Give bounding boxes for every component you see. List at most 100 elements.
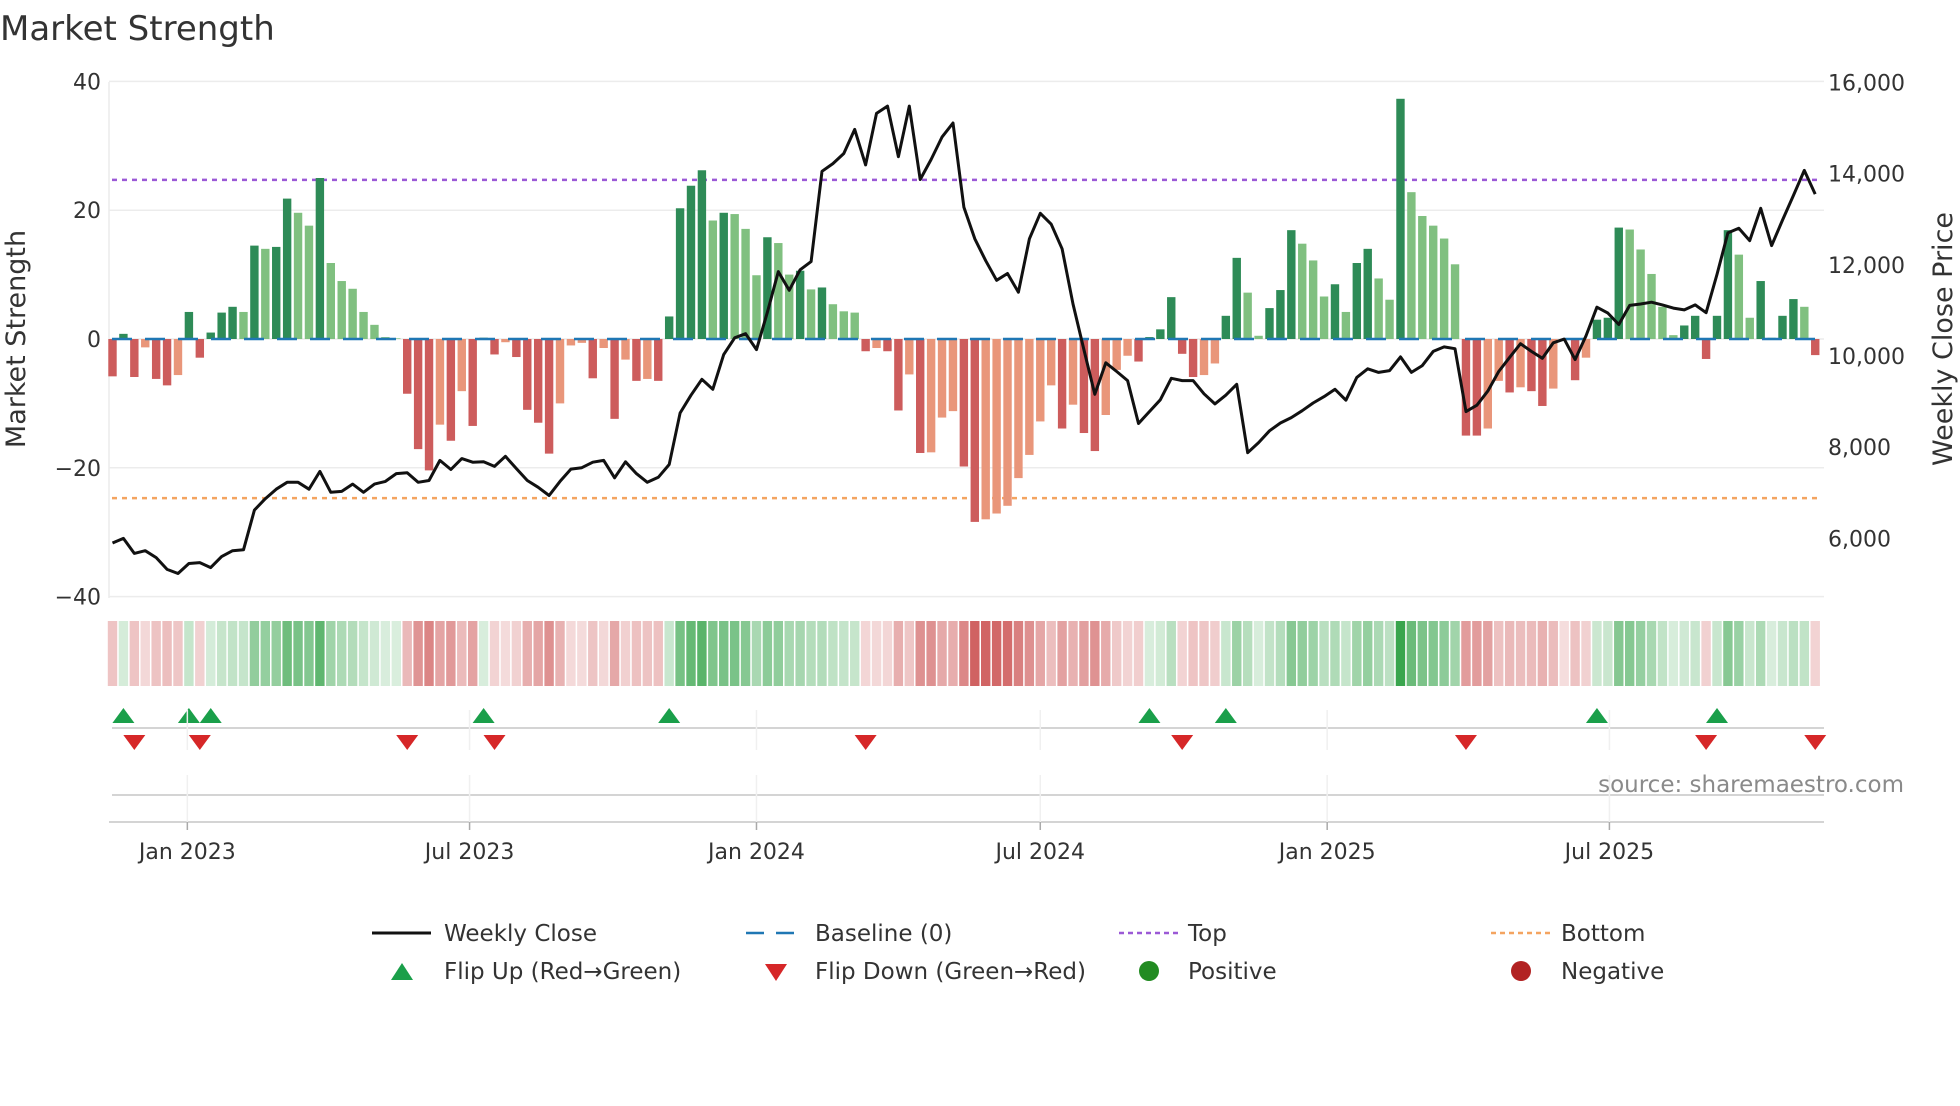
state-cell (446, 621, 456, 686)
state-cell (1810, 621, 1820, 686)
state-cell (1319, 621, 1329, 686)
state-cell (173, 621, 183, 686)
negative-bar (1025, 339, 1034, 455)
state-cell (424, 621, 434, 686)
y2-tick-label: 10,000 (1828, 345, 1905, 370)
state-cell (1450, 621, 1460, 686)
negative-bar (1527, 339, 1536, 392)
positive-bar (719, 212, 728, 339)
negative-bar (937, 339, 947, 418)
flip-up-marker (658, 708, 681, 723)
state-cell (981, 621, 991, 686)
positive-bar (806, 289, 816, 339)
state-cell (1122, 621, 1133, 686)
state-cell (358, 621, 369, 686)
positive-bar (1636, 249, 1645, 339)
x-axis: Jan 2023 Jul 2023 Jan 2024 Jul 2024 Jan 2025… (109, 710, 1824, 865)
state-cell (751, 621, 762, 686)
state-cell (304, 621, 314, 686)
state-cell (882, 621, 893, 686)
state-cell (1766, 621, 1777, 686)
state-cell (991, 621, 1002, 686)
legend-label: Positive (1188, 959, 1277, 985)
negative-bar (948, 339, 958, 412)
state-cell (162, 621, 172, 686)
state-cell (1461, 621, 1471, 686)
negative-bar (621, 339, 630, 360)
state-cell (828, 621, 838, 686)
state-cell (129, 621, 140, 686)
positive-bar (1647, 273, 1656, 339)
positive-bar (1734, 254, 1744, 339)
positive-bar (1439, 238, 1449, 339)
y-tick-label: −20 (55, 457, 101, 482)
positive-bar (293, 212, 303, 339)
x-tick-label: Jan 2024 (706, 840, 805, 865)
positive-bar (1789, 299, 1798, 339)
state-cell (1144, 621, 1155, 686)
state-cell (588, 621, 598, 686)
flip-up-marker (112, 708, 135, 723)
positive-bar (1756, 281, 1765, 339)
negative-bar (490, 339, 499, 355)
state-cell (555, 621, 565, 686)
chart-title: Market Strength (0, 9, 275, 49)
negative-bar (512, 339, 521, 358)
negative-bar (555, 339, 565, 404)
state-cell (380, 621, 391, 686)
state-cell (1363, 621, 1373, 686)
legend-item: Top (1119, 921, 1227, 947)
legend-item: Weekly Close (372, 921, 597, 947)
state-cell (642, 621, 653, 686)
state-cell (773, 621, 784, 686)
negative-bar (1046, 339, 1056, 386)
legend-item: Negative (1511, 959, 1664, 985)
negative-bar (883, 339, 892, 352)
negative-bar (632, 339, 641, 381)
positive-bar (1243, 292, 1252, 339)
y2-tick-label: 14,000 (1828, 163, 1905, 188)
source-credit: source: sharemaestro.com (1598, 772, 1904, 798)
negative-bar (894, 339, 903, 411)
negative-bar (413, 339, 423, 450)
state-cell (1417, 621, 1427, 686)
state-cell (1635, 621, 1646, 686)
y-tick-label: 0 (87, 328, 101, 353)
positive-bar (326, 263, 335, 339)
negative-bar (959, 339, 969, 467)
state-cell (1624, 621, 1635, 686)
state-cell (522, 621, 532, 686)
negative-bar (1057, 339, 1067, 429)
positive-bar (1341, 311, 1351, 339)
state-cell (1352, 621, 1362, 686)
state-cell (391, 621, 401, 686)
positive-bar (1352, 263, 1362, 339)
state-cell (1330, 621, 1340, 686)
state-cell (107, 621, 118, 686)
state-cell (1788, 621, 1799, 686)
state-cell (653, 621, 663, 686)
negative-bar (1538, 339, 1547, 406)
state-cell (1526, 621, 1537, 686)
legend-item: Baseline (0) (746, 921, 952, 947)
flip-up-marker (472, 708, 495, 723)
legend-label: Weekly Close (444, 921, 597, 947)
state-cell (293, 621, 303, 686)
state-strip (107, 621, 1820, 686)
state-cell (1406, 621, 1417, 686)
state-cell (1101, 621, 1111, 686)
legend-circle-icon (1511, 961, 1531, 981)
legend-item: Bottom (1491, 921, 1645, 947)
positive-bar (730, 214, 739, 339)
state-cell (1668, 621, 1679, 686)
positive-bar (1712, 315, 1722, 339)
positive-bar (1745, 317, 1754, 339)
flip-up-marker (1214, 708, 1237, 723)
flip-up-marker (177, 708, 200, 723)
state-cell (1373, 621, 1384, 686)
state-cell (282, 621, 292, 686)
negative-bar (151, 339, 161, 379)
negative-bar (108, 339, 117, 377)
state-cell (1210, 621, 1220, 686)
state-cell (315, 621, 325, 686)
